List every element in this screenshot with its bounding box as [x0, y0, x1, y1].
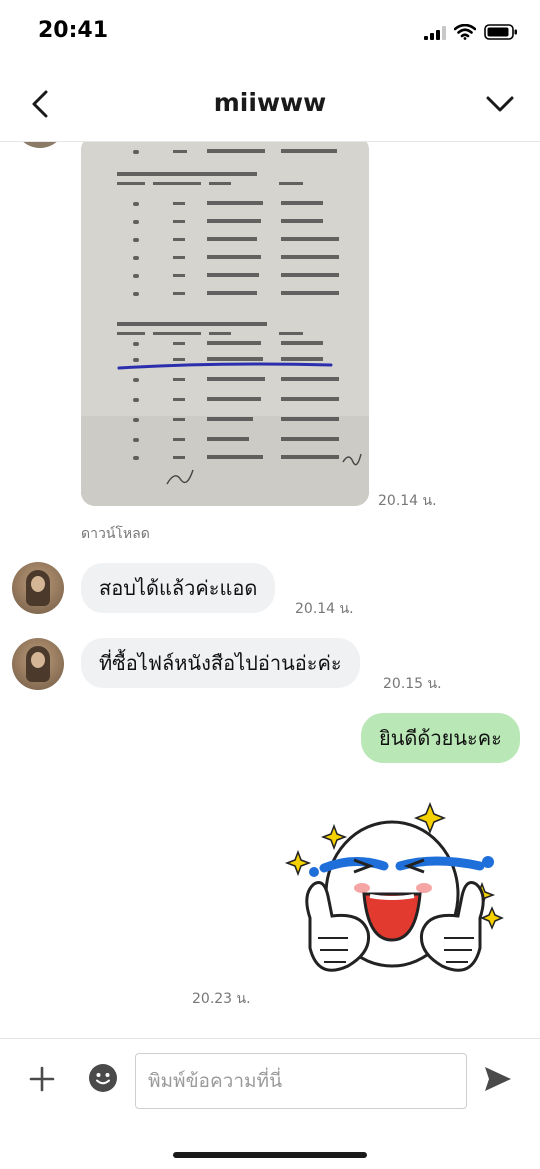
- add-attachment-button[interactable]: [22, 1059, 62, 1099]
- message-time: 20.23 น.: [192, 991, 251, 1007]
- avatar[interactable]: [14, 142, 66, 148]
- message-time: 20.14 น.: [378, 493, 437, 509]
- home-indicator: [173, 1152, 367, 1158]
- message-time: 20.15 น.: [383, 676, 442, 692]
- message-input-bar: [0, 1038, 540, 1169]
- status-bar: 20:41: [0, 0, 540, 66]
- chat-menu-button[interactable]: [482, 86, 518, 122]
- chevron-down-icon: [486, 96, 514, 112]
- crying-laughing-sticker-icon: [284, 801, 504, 972]
- wifi-icon: [453, 23, 477, 44]
- avatar[interactable]: [12, 638, 64, 690]
- status-time: 20:41: [38, 18, 109, 43]
- message-time: 20.14 น.: [295, 601, 354, 617]
- status-icons: [424, 23, 518, 44]
- incoming-message-bubble[interactable]: สอบได้แล้วค่ะแอด: [81, 563, 276, 613]
- chat-title[interactable]: miiwww: [0, 88, 540, 117]
- emoji-icon: [89, 1064, 117, 1092]
- message-input[interactable]: [135, 1053, 467, 1109]
- download-link[interactable]: ดาวน์โหลด: [81, 523, 150, 545]
- message-list[interactable]: 20.14 น. ดาวน์โหลด สอบได้แล้วค่ะแอด 20.1…: [0, 142, 540, 1038]
- sticker-message[interactable]: [284, 798, 508, 988]
- signal-icon: [424, 25, 446, 44]
- send-icon: [485, 1067, 511, 1091]
- avatar[interactable]: [12, 562, 64, 614]
- document-photo: [81, 142, 369, 506]
- outgoing-message-bubble[interactable]: ยินดีด้วยนะคะ: [361, 713, 520, 763]
- chat-header: miiwww: [0, 66, 540, 142]
- image-message[interactable]: [81, 142, 369, 506]
- emoji-button[interactable]: [86, 1061, 120, 1095]
- plus-icon: [29, 1066, 55, 1092]
- incoming-message-bubble[interactable]: ที่ซื้อไฟล์หนังสือไปอ่านอ่ะค่ะ: [81, 638, 360, 688]
- send-button[interactable]: [480, 1061, 516, 1097]
- battery-icon: [484, 24, 518, 44]
